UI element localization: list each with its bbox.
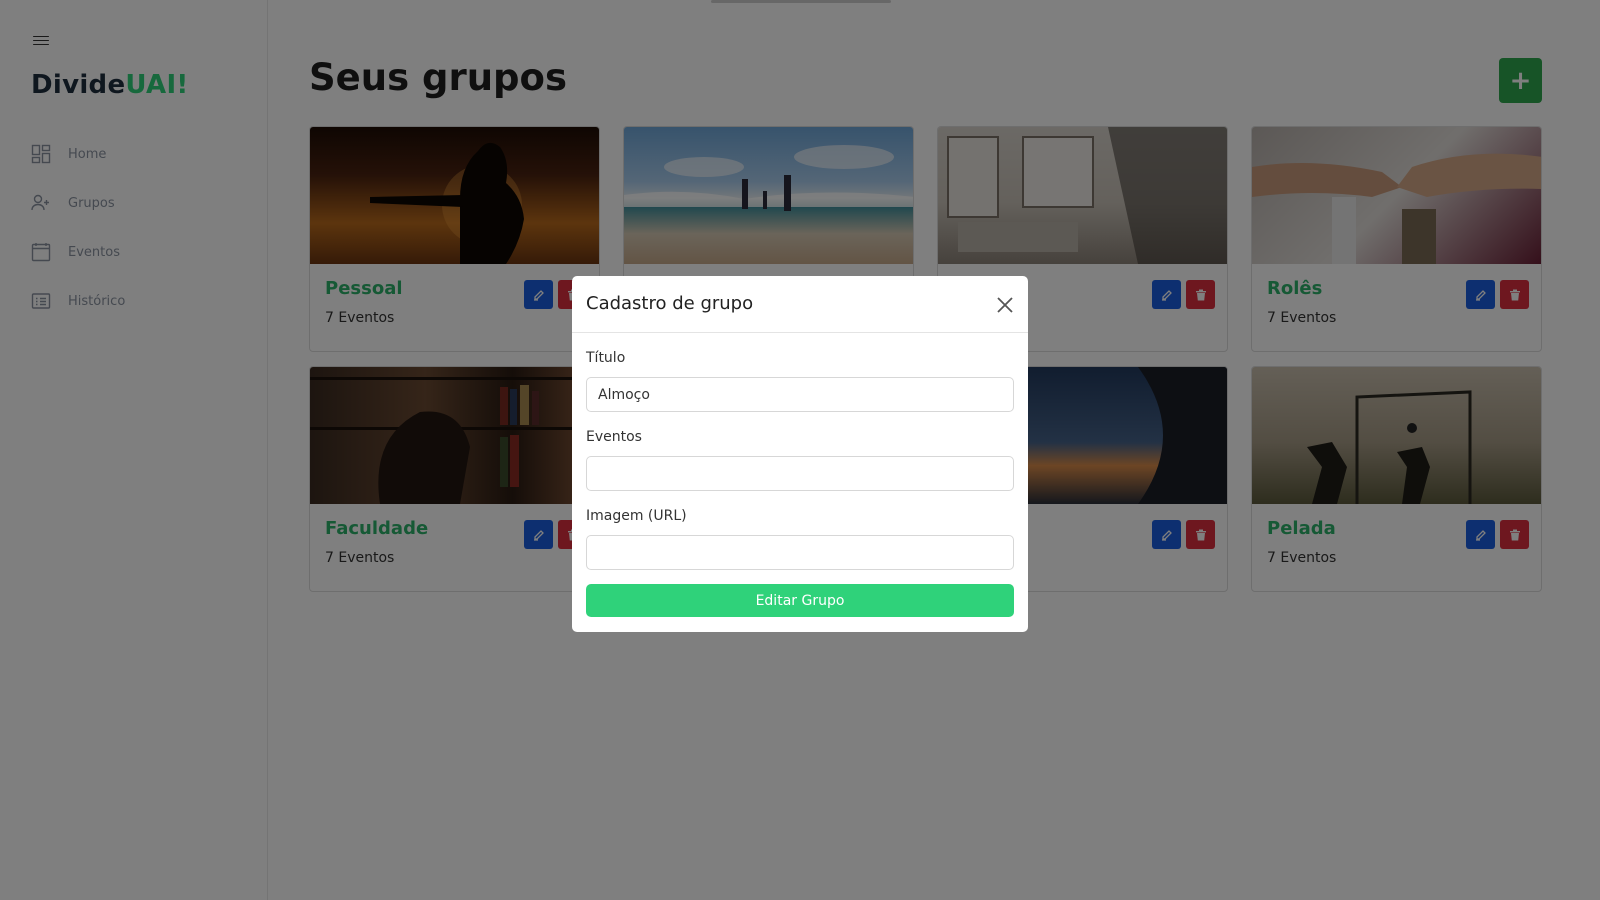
modal-title: Cadastro de grupo — [586, 293, 754, 314]
titulo-input[interactable] — [586, 377, 1014, 412]
eventos-label: Eventos — [586, 429, 642, 445]
close-icon[interactable] — [996, 296, 1014, 314]
modal-header: Cadastro de grupo — [572, 276, 1028, 333]
edit-group-submit-button[interactable]: Editar Grupo — [586, 584, 1014, 617]
imagem-url-input[interactable] — [586, 535, 1014, 570]
imagem-url-label: Imagem (URL) — [586, 508, 687, 524]
titulo-label: Título — [586, 350, 626, 366]
eventos-input[interactable] — [586, 456, 1014, 491]
group-form-modal: Cadastro de grupo Título Eventos Imagem … — [572, 276, 1028, 632]
